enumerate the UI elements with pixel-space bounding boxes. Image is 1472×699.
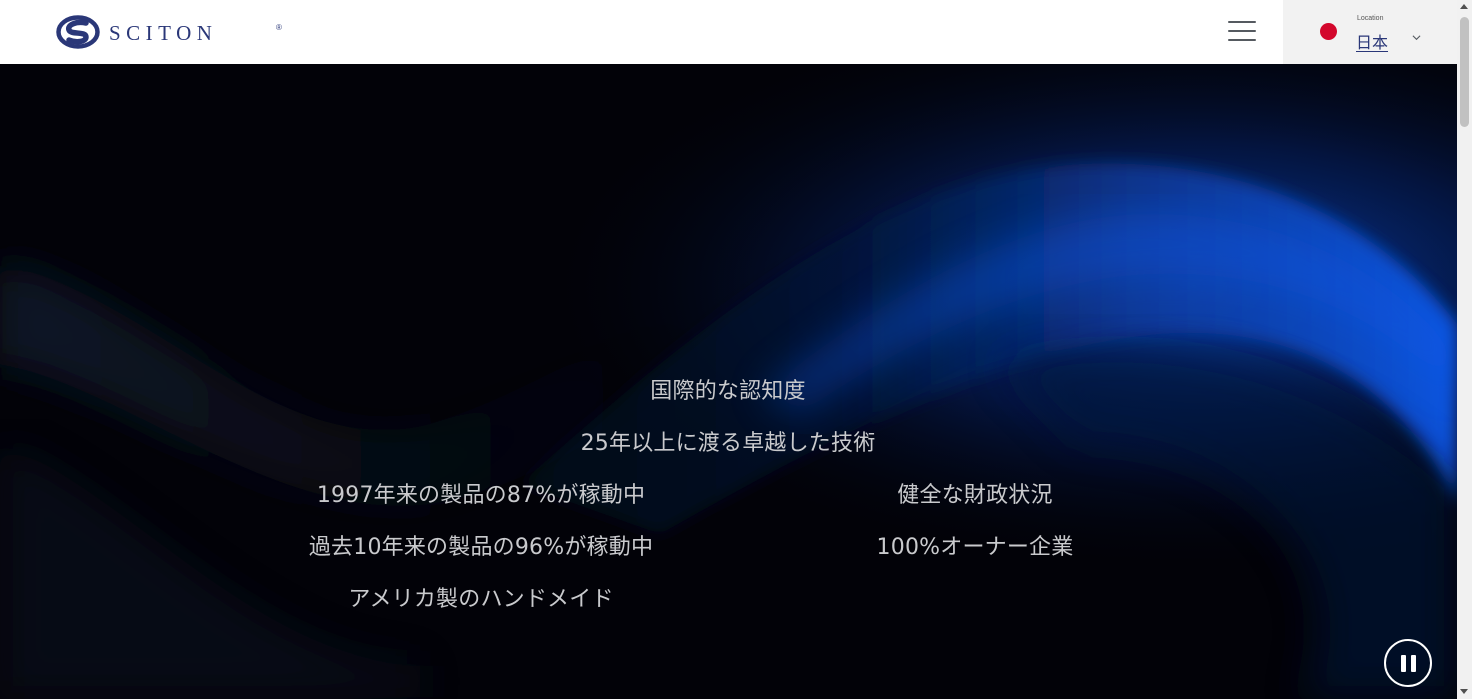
feature-text: 国際的な認知度: [650, 379, 806, 404]
location-selector[interactable]: Location 日本: [1283, 0, 1457, 64]
hamburger-icon-line: [1228, 21, 1256, 23]
sciton-logo-icon: [56, 15, 100, 49]
feature-text: アメリカ製のハンドメイド: [348, 587, 614, 612]
feature-text: 健全な財政状況: [897, 483, 1053, 508]
vertical-scrollbar[interactable]: [1457, 0, 1472, 699]
pause-icon-bar: [1411, 655, 1416, 672]
hamburger-icon-line: [1228, 30, 1256, 32]
site-header: SCITON ® Location 日本: [0, 0, 1457, 64]
sciton-logo[interactable]: SCITON ®: [56, 14, 282, 50]
registered-mark: ®: [276, 23, 282, 32]
japan-flag-icon: [1320, 23, 1337, 40]
pause-button[interactable]: [1384, 639, 1432, 687]
page: SCITON ® Location 日本 国際的な認知度 25年以上に渡る卓越し…: [0, 0, 1472, 699]
scroll-down-arrow-icon[interactable]: [1457, 684, 1472, 699]
feature-text: 25年以上に渡る卓越した技術: [580, 431, 876, 456]
hero-section: 国際的な認知度 25年以上に渡る卓越した技術 1997年来の製品の87%が稼動中…: [0, 64, 1457, 699]
menu-button[interactable]: [1226, 17, 1258, 47]
location-label: Location: [1357, 15, 1384, 22]
feature-text: 100%オーナー企業: [876, 535, 1074, 560]
feature-text: 1997年来の製品の87%が稼動中: [316, 483, 646, 508]
feature-text: 過去10年来の製品の96%が稼動中: [308, 535, 654, 560]
pause-icon-bar: [1401, 655, 1406, 672]
scroll-up-arrow-icon[interactable]: [1457, 0, 1472, 15]
hamburger-icon-line: [1228, 39, 1256, 41]
logo-wordmark: SCITON: [109, 20, 218, 45]
scrollbar-thumb[interactable]: [1460, 17, 1469, 127]
location-value[interactable]: 日本: [1356, 29, 1388, 53]
chevron-down-icon[interactable]: [1412, 33, 1421, 42]
